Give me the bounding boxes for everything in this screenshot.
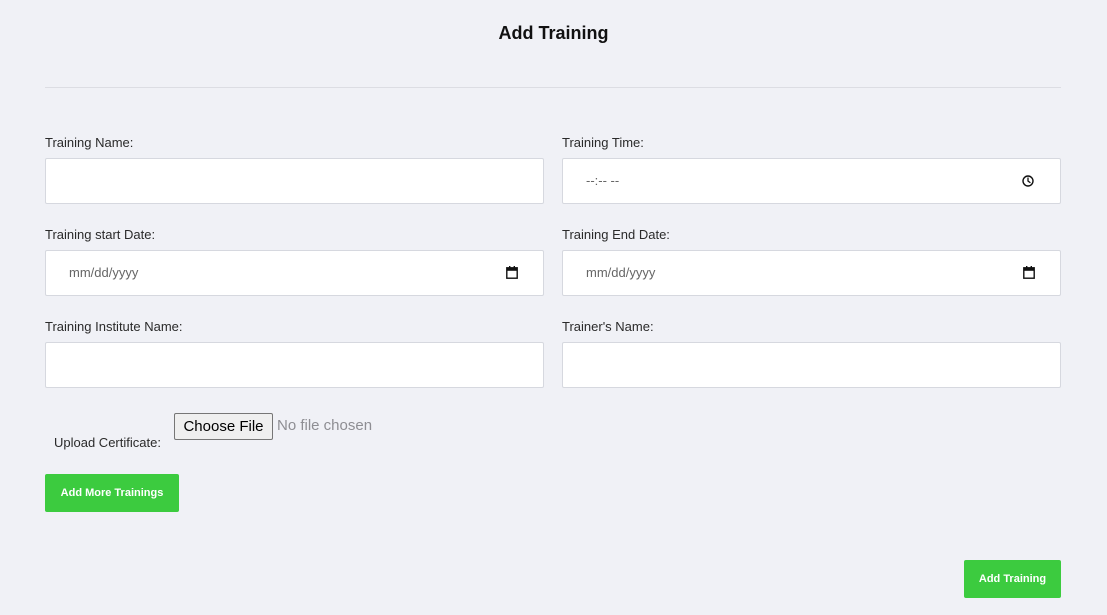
add-more-trainings-button[interactable]: Add More Trainings <box>45 474 179 512</box>
calendar-icon[interactable] <box>1023 266 1035 279</box>
start-date-placeholder: mm/dd/yyyy <box>69 265 139 280</box>
training-name-field[interactable] <box>45 158 544 204</box>
upload-certificate-label: Upload Certificate: <box>54 435 161 450</box>
trainer-name-label: Trainer's Name: <box>562 319 654 334</box>
end-date-placeholder: mm/dd/yyyy <box>586 265 656 280</box>
choose-file-button[interactable]: Choose File <box>174 413 273 440</box>
calendar-icon[interactable] <box>506 266 518 279</box>
trainer-name-field[interactable] <box>562 342 1061 388</box>
add-training-button[interactable]: Add Training <box>964 560 1061 598</box>
institute-name-field[interactable] <box>45 342 544 388</box>
clock-icon[interactable] <box>1022 175 1034 187</box>
training-time-field[interactable]: --:-- -- <box>562 158 1061 204</box>
header-divider <box>45 87 1061 88</box>
end-date-field[interactable]: mm/dd/yyyy <box>562 250 1061 296</box>
institute-name-label: Training Institute Name: <box>45 319 183 334</box>
training-time-placeholder: --:-- -- <box>586 173 620 188</box>
page-title: Add Training <box>498 23 609 43</box>
start-date-field[interactable]: mm/dd/yyyy <box>45 250 544 296</box>
training-name-label: Training Name: <box>45 135 134 150</box>
start-date-label: Training start Date: <box>45 227 156 242</box>
training-name-input[interactable] <box>46 159 543 203</box>
institute-name-input[interactable] <box>46 343 543 387</box>
trainer-name-input[interactable] <box>563 343 1060 387</box>
end-date-label: Training End Date: <box>562 227 670 242</box>
file-status-text: No file chosen <box>277 417 373 434</box>
training-time-label: Training Time: <box>562 135 644 150</box>
